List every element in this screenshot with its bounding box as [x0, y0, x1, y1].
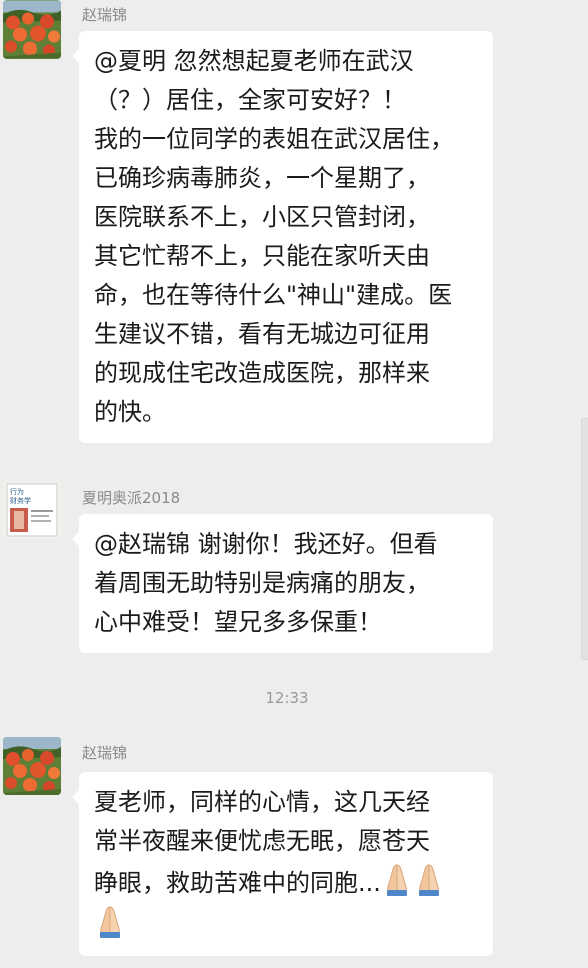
- message-bubble[interactable]: @夏明 忽然想起夏老师在武汉 （？）居住，全家可安好？！ 我的一位同学的表姐在武…: [72, 31, 493, 443]
- message-line: 常半夜醒来便忧虑无眠，愿苍天: [94, 827, 430, 855]
- timestamp: 12:33: [265, 689, 309, 707]
- message-line: 我的一位同学的表姐在武汉居住，: [94, 125, 454, 153]
- message-line: 其它忙帮不上，只能在家听天由: [94, 242, 430, 270]
- folded-hands-emoji-icon: [386, 864, 407, 896]
- message-line: @赵瑞锦 谢谢你！我还好。但看: [94, 530, 438, 558]
- sender-name: 夏明奥派2018: [82, 489, 181, 507]
- book-cover-avatar-icon[interactable]: 行为 财务学: [3, 481, 61, 539]
- message-line: （？）居住，全家可安好？！: [94, 86, 406, 114]
- persimmon-tree-avatar-icon[interactable]: [3, 0, 61, 59]
- message-line: 的快。: [94, 398, 166, 426]
- message-line: 医院联系不上，小区只管封闭，: [94, 203, 430, 231]
- message-line: 夏老师，同样的心情，这几天经: [94, 788, 430, 816]
- svg-text:行为: 行为: [10, 487, 24, 496]
- chat-thread[interactable]: 赵瑞锦 @夏明 忽然想起夏老师在武汉 （？）居住，全家可安好？！ 我的一位同学的…: [0, 0, 588, 968]
- message-line: @夏明 忽然想起夏老师在武汉: [94, 47, 414, 75]
- folded-hands-emoji-icon: [100, 906, 120, 938]
- message-line: [94, 903, 479, 945]
- message-line-text: 睁眼，救助苦难中的同胞...: [94, 869, 381, 897]
- message-line: 睁眼，救助苦难中的同胞...: [94, 861, 479, 903]
- folded-hands-emoji-icon: [418, 864, 439, 896]
- message-line: 心中难受！望兄多多保重！: [94, 608, 382, 636]
- sender-name: 赵瑞锦: [82, 6, 128, 24]
- message-line: 着周围无助特别是病痛的朋友，: [94, 569, 430, 597]
- message-line: 命，也在等待什么"神山"建成。医: [94, 281, 453, 309]
- svg-text:财务学: 财务学: [10, 496, 31, 505]
- message-line: 生建议不错，看有无城边可征用: [94, 320, 430, 348]
- sender-name: 赵瑞锦: [82, 744, 128, 762]
- message-line: 已确珍病毒肺炎，一个星期了，: [94, 164, 430, 192]
- message-bubble[interactable]: 夏老师，同样的心情，这几天经 常半夜醒来便忧虑无眠，愿苍天 睁眼，救助苦难中的同…: [72, 772, 493, 956]
- message-line: 的现成住宅改造成医院，那样来: [94, 359, 430, 387]
- persimmon-tree-avatar-icon[interactable]: [3, 737, 61, 795]
- message-bubble[interactable]: @赵瑞锦 谢谢你！我还好。但看 着周围无助特别是病痛的朋友， 心中难受！望兄多多…: [72, 514, 493, 653]
- scrollbar[interactable]: [581, 418, 588, 660]
